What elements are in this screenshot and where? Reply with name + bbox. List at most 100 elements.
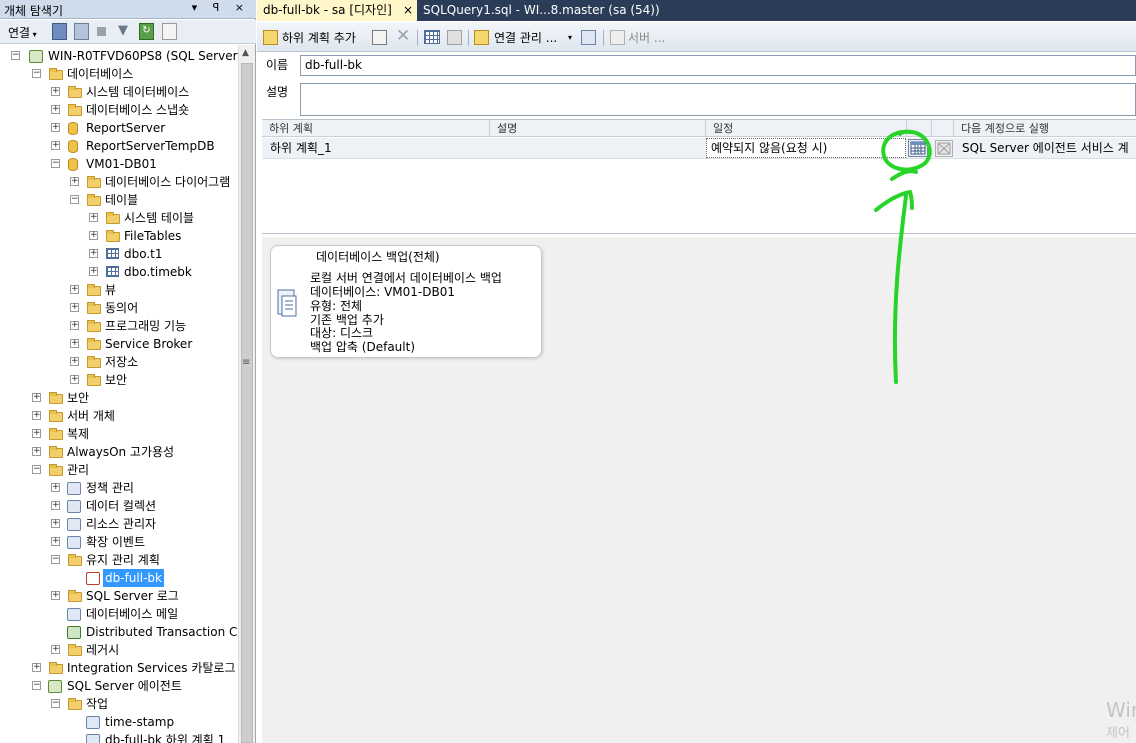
maintenance-plan-icon	[86, 572, 100, 585]
collapse-toggle[interactable]: −	[51, 555, 60, 564]
server-button[interactable]: 서버 ...	[628, 30, 665, 46]
subplan-name-cell[interactable]: 하위 계획_1	[270, 138, 332, 159]
table-icon	[106, 248, 119, 259]
expand-toggle[interactable]: +	[32, 447, 41, 456]
collapse-toggle[interactable]: −	[70, 195, 79, 204]
collapse-toggle[interactable]: −	[32, 465, 41, 474]
tree-node-label: 데이터베이스	[67, 67, 134, 81]
object-explorer-tree: − WIN-R0TFVD60PS8 (SQL Server 11 − 데이터베이…	[0, 45, 238, 743]
folder-icon	[87, 356, 101, 368]
collapse-toggle[interactable]: −	[32, 681, 41, 690]
expand-toggle[interactable]: +	[89, 267, 98, 276]
disconnect-icon[interactable]	[74, 23, 89, 40]
expand-toggle[interactable]: +	[51, 645, 60, 654]
folder-icon	[87, 176, 101, 188]
run-as-cell[interactable]: SQL Server 에이전트 서비스 계	[962, 138, 1129, 159]
tab-maintenance-plan-design[interactable]: db-full-bk - sa [디자인] ×	[257, 0, 417, 21]
expand-toggle[interactable]: +	[89, 231, 98, 240]
expand-toggle[interactable]: +	[51, 483, 60, 492]
scroll-up-icon[interactable]: ▲	[242, 48, 249, 58]
folder-icon	[68, 104, 82, 116]
tree-node-label: 시스템 테이블	[124, 211, 195, 225]
extended-events-icon	[67, 536, 81, 549]
tree-node-label: 뷰	[105, 283, 117, 297]
expand-toggle[interactable]: +	[51, 87, 60, 96]
tab-sqlquery1[interactable]: SQLQuery1.sql - WI...8.master (sa (54))	[417, 0, 666, 21]
expand-toggle[interactable]: +	[70, 177, 79, 186]
schedule-value: 예약되지 않음(요청 시)	[711, 141, 828, 155]
expand-toggle[interactable]: +	[51, 591, 60, 600]
folder-icon	[49, 68, 63, 80]
object-explorer-scrollbar[interactable]: ▲ ≡	[238, 45, 255, 743]
expand-toggle[interactable]: +	[70, 339, 79, 348]
tree-node-label: 레거시	[86, 643, 120, 657]
server-icon	[610, 30, 625, 45]
object-explorer-panel: 개체 탐색기 ▾ ꟼ × 연결 ▾ ▼ ↻ − WIN-R0TFVD60PS8 …	[0, 0, 256, 743]
expand-toggle[interactable]: +	[51, 501, 60, 510]
scrollbar-thumb[interactable]	[241, 63, 253, 743]
tree-node-label: 테이블	[105, 193, 139, 207]
activity-monitor-icon[interactable]	[162, 23, 177, 40]
logging-icon[interactable]	[581, 30, 596, 45]
refresh-icon[interactable]: ↻	[139, 23, 154, 40]
expand-toggle[interactable]: +	[51, 519, 60, 528]
expand-toggle[interactable]: +	[51, 141, 60, 150]
expand-toggle[interactable]: +	[70, 285, 79, 294]
chevron-down-icon[interactable]: ▾	[568, 30, 572, 46]
expand-toggle[interactable]: +	[32, 411, 41, 420]
column-header-subplan[interactable]: 하위 계획	[262, 120, 490, 137]
expand-toggle[interactable]: +	[70, 303, 79, 312]
tree-node-label: 데이터베이스 스냅숏	[86, 103, 190, 117]
subplan-schedule-icon[interactable]	[447, 30, 462, 45]
tree-node-label: 시스템 데이터베이스	[86, 85, 190, 99]
expand-toggle[interactable]: +	[32, 429, 41, 438]
object-explorer-toolbar: 연결 ▾ ▼ ↻	[0, 20, 256, 44]
scrollbar-grip-icon: ≡	[242, 357, 251, 368]
subplan-grid-icon[interactable]	[424, 30, 440, 44]
connect-icon[interactable]	[52, 23, 67, 40]
properties-icon[interactable]	[372, 30, 387, 45]
folder-icon	[49, 446, 63, 458]
plan-description-label: 설명	[266, 85, 289, 99]
tree-node-label: time-stamp	[105, 715, 175, 729]
stop-icon[interactable]	[97, 27, 106, 36]
delete-icon[interactable]: ✕	[396, 28, 410, 45]
expand-toggle[interactable]: +	[70, 357, 79, 366]
connect-dropdown[interactable]: 연결 ▾	[8, 24, 37, 41]
expand-toggle[interactable]: +	[51, 123, 60, 132]
expand-toggle[interactable]: +	[32, 663, 41, 672]
panel-pin-controls[interactable]: ▾ ꟼ ×	[192, 1, 250, 14]
folder-icon	[68, 698, 82, 710]
manage-connections-button[interactable]: 연결 관리 ...	[494, 30, 557, 46]
folder-icon	[87, 320, 101, 332]
expand-toggle[interactable]: +	[70, 321, 79, 330]
folder-icon	[68, 554, 82, 566]
dtc-icon	[67, 626, 81, 639]
tree-node-label: 유지 관리 계획	[86, 553, 160, 567]
plan-description-field[interactable]	[300, 83, 1136, 116]
expand-toggle[interactable]: +	[89, 213, 98, 222]
column-header-run-as[interactable]: 다음 계정으로 실행	[954, 120, 1136, 137]
collapse-toggle[interactable]: −	[11, 51, 20, 60]
tree-node-label: VM01-DB01	[86, 157, 157, 171]
folder-icon	[87, 284, 101, 296]
plan-name-field[interactable]: db-full-bk	[300, 55, 1136, 76]
collapse-toggle[interactable]: −	[51, 159, 60, 168]
close-tab-icon[interactable]: ×	[403, 0, 413, 21]
collapse-toggle[interactable]: −	[32, 69, 41, 78]
tree-node-label: 복제	[67, 427, 90, 441]
expand-toggle[interactable]: +	[70, 375, 79, 384]
object-explorer-title-bar: 개체 탐색기 ▾ ꟼ ×	[0, 0, 256, 19]
collapse-toggle[interactable]: −	[51, 699, 60, 708]
expand-toggle[interactable]: +	[51, 537, 60, 546]
column-header-description[interactable]: 설명	[490, 120, 706, 137]
toolbar-separator	[468, 30, 469, 46]
expand-toggle[interactable]: +	[32, 393, 41, 402]
add-subplan-button[interactable]: 하위 계획 추가	[282, 30, 356, 46]
filter-icon[interactable]: ▼	[118, 23, 128, 40]
task-detail-line: 유형: 전체	[310, 299, 363, 313]
expand-toggle[interactable]: +	[51, 105, 60, 114]
tree-node-label: Integration Services 카탈로그	[67, 661, 236, 675]
expand-toggle[interactable]: +	[89, 249, 98, 258]
tree-node-label: ReportServer	[86, 121, 166, 135]
